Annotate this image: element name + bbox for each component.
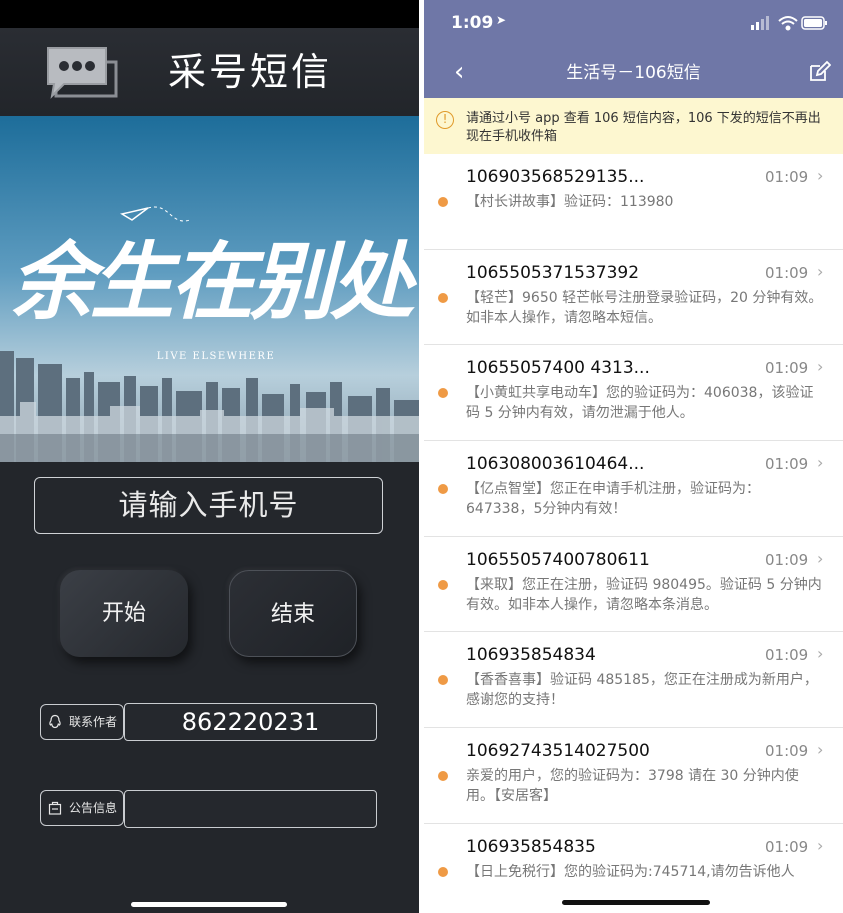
- start-button[interactable]: 开始: [60, 570, 188, 657]
- phone-number-input[interactable]: 请输入手机号: [34, 477, 383, 534]
- contact-author-label: 联系作者: [69, 715, 118, 729]
- contact-author-button[interactable]: 联系作者: [40, 704, 124, 740]
- message-sender: 106903568529135...: [466, 167, 645, 187]
- chevron-right-icon: ›: [817, 261, 824, 281]
- bag-icon: [48, 801, 62, 815]
- unread-dot: [438, 388, 448, 399]
- chevron-right-icon: ›: [817, 548, 824, 568]
- location-arrow-icon: ➤: [496, 13, 507, 27]
- notice-info-label: 公告信息: [69, 801, 118, 815]
- message-body: 【香香喜事】验证码 485185，您正在注册成为新用户，感谢您的支持！: [466, 672, 818, 709]
- message-sender: 10655057400 4313...: [466, 358, 650, 379]
- chevron-right-icon: ›: [817, 835, 824, 855]
- home-indicator[interactable]: [131, 902, 287, 907]
- status-bar: 1:09 ➤: [424, 0, 843, 48]
- message-sender: 1065505371537392: [466, 262, 640, 283]
- message-time: 01:09: [765, 837, 809, 856]
- message-item[interactable]: 106903568529135... 01:09 › 【村长讲故事】验证码：11…: [424, 154, 843, 250]
- banner-image: 余生在别处 LIVE ELSEWHERE: [0, 116, 419, 462]
- message-sender: 10692743514027500: [466, 741, 650, 762]
- notice-banner: ! 请通过小号 app 查看 106 短信内容，106 下发的短信不再出现在手机…: [424, 98, 843, 154]
- app-title: 采号短信: [167, 50, 332, 94]
- message-time: 01:09: [765, 742, 809, 761]
- unread-dot: [438, 771, 448, 782]
- chevron-right-icon: ›: [817, 453, 824, 473]
- unread-dot: [438, 197, 448, 207]
- message-list: 106903568529135... 01:09 › 【村长讲故事】验证码：11…: [424, 154, 843, 913]
- message-sender: 106935854834: [466, 645, 596, 666]
- notice-info-button[interactable]: 公告信息: [40, 790, 124, 826]
- unread-dot: [438, 579, 448, 590]
- message-body: 【日上免税行】您的验证码为:745714,请勿告诉他人: [466, 863, 795, 880]
- right-app-screen: 1:09 ➤ ‹ 生活号－106短信 ! 请通过小号 app 查看 106 短信…: [424, 0, 843, 913]
- message-item[interactable]: 10655057400 4313... 01:09 › 【小黄虹共享电动车】您的…: [424, 345, 843, 442]
- message-time: 01:09: [765, 168, 809, 186]
- chevron-right-icon: ›: [817, 357, 824, 377]
- unread-dot: [438, 484, 448, 495]
- left-app-screen: 采号短信 余生在别处 LIVE ELSEWHERE 请输入手机号 开始 结束 联…: [0, 0, 419, 913]
- stop-button[interactable]: 结束: [229, 570, 357, 657]
- chevron-right-icon: ›: [817, 740, 824, 760]
- message-item[interactable]: 106935854834 01:09 › 【香香喜事】验证码 485185，您正…: [424, 632, 843, 729]
- home-indicator[interactable]: [562, 900, 710, 905]
- message-item[interactable]: 10655057400780611 01:09 › 【来取】您正在注册，验证码 …: [424, 537, 843, 633]
- message-item[interactable]: 106308003610464... 01:09 › 【亿点智堂】您正在申请手机…: [424, 441, 843, 537]
- chevron-right-icon: ›: [817, 166, 824, 185]
- message-time: 01:09: [765, 359, 809, 378]
- message-body: 【来取】您正在注册，验证码 980495。验证码 5 分钟内有效。如非本人操作，…: [466, 576, 822, 613]
- signal-icon: [751, 16, 769, 30]
- wifi-icon: [778, 16, 798, 31]
- contact-value-field[interactable]: 862220231: [124, 703, 377, 741]
- message-body: 【轻芒】9650 轻芒帐号注册登录验证码，20 分钟有效。如非本人操作，请忽略本…: [466, 289, 823, 326]
- warning-icon: !: [436, 111, 454, 129]
- chat-bubbles-icon: [47, 47, 118, 99]
- message-body: 【村长讲故事】验证码：113980: [466, 194, 674, 210]
- compose-icon[interactable]: [807, 60, 831, 84]
- battery-icon: [801, 16, 827, 30]
- message-body: 亲爱的用户，您的验证码为：3798 请在 30 分钟内使用。【安居客】: [466, 768, 799, 805]
- page-title: 生活号－106短信: [566, 63, 701, 83]
- message-sender: 106308003610464...: [466, 454, 645, 475]
- status-bar: [0, 0, 419, 28]
- message-time: 01:09: [765, 550, 809, 569]
- banner-subtitle: LIVE ELSEWHERE: [157, 351, 276, 362]
- unread-dot: [438, 675, 448, 686]
- message-time: 01:09: [765, 646, 809, 665]
- message-body: 【亿点智堂】您正在申请手机注册，验证码为：647338，5分钟内有效！: [466, 481, 760, 518]
- status-time: 1:09: [451, 13, 494, 33]
- notice-text: 请通过小号 app 查看 106 短信内容，106 下发的短信不再出现在手机收件…: [466, 111, 821, 144]
- chevron-right-icon: ›: [817, 644, 824, 664]
- navigation-bar: ‹ 生活号－106短信: [424, 48, 843, 98]
- unread-dot: [438, 866, 448, 877]
- status-icons: [751, 16, 827, 31]
- unread-dot: [438, 292, 448, 303]
- message-time: 01:09: [765, 263, 809, 282]
- message-sender: 10655057400780611: [466, 549, 650, 570]
- qq-penguin-icon: [49, 714, 61, 729]
- app-header: 采号短信: [0, 28, 419, 116]
- message-item[interactable]: 10692743514027500 01:09 › 亲爱的用户，您的验证码为：3…: [424, 728, 843, 824]
- notice-value-field[interactable]: [124, 790, 377, 828]
- message-body: 【小黄虹共享电动车】您的验证码为：406038，该验证码 5 分钟内有效，请勿泄…: [466, 385, 814, 422]
- message-time: 01:09: [765, 455, 809, 474]
- message-item[interactable]: 1065505371537392 01:09 › 【轻芒】9650 轻芒帐号注册…: [424, 250, 843, 346]
- message-sender: 106935854835: [466, 836, 596, 857]
- banner-headline: 余生在别处: [10, 232, 418, 331]
